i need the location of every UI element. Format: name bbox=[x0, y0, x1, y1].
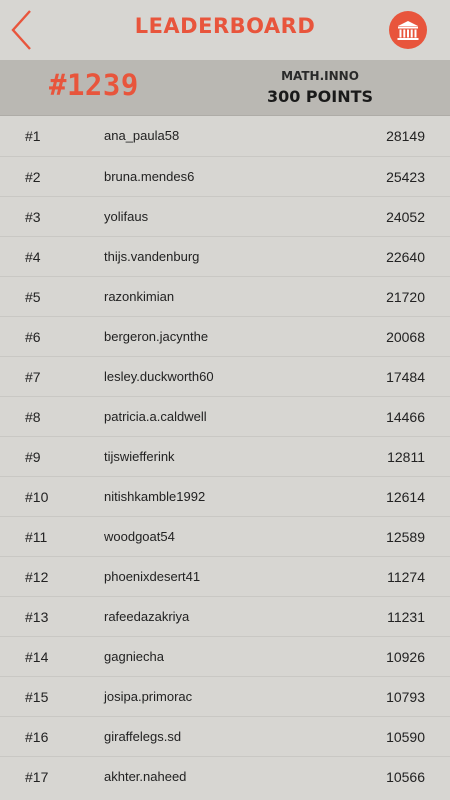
rank-label: #9 bbox=[25, 449, 41, 465]
leaderboard-row[interactable]: #2 bruna.mendes6 25423 bbox=[0, 156, 450, 196]
rank-label: #17 bbox=[25, 769, 49, 785]
score-label: 12614 bbox=[386, 489, 425, 505]
leaderboard-row[interactable]: #6 bergeron.jacynthe 20068 bbox=[0, 316, 450, 356]
username-label: thijs.vandenburg bbox=[104, 249, 200, 264]
username-label: josipa.primorac bbox=[104, 689, 193, 704]
leaderboard-row[interactable]: #8 patricia.a.caldwell 14466 bbox=[0, 396, 450, 436]
leaderboard-row[interactable]: #3 yolifaus 24052 bbox=[0, 196, 450, 236]
museum-icon bbox=[397, 21, 419, 40]
rank-label: #10 bbox=[25, 489, 49, 505]
user-points: 300 POINTS bbox=[266, 87, 374, 106]
rank-label: #8 bbox=[25, 409, 41, 425]
leaderboard-row[interactable]: #1 ana_paula58 28149 bbox=[0, 116, 450, 156]
score-label: 17484 bbox=[386, 369, 425, 385]
leaderboard-row[interactable]: #16 giraffelegs.sd 10590 bbox=[0, 716, 450, 756]
username-label: giraffelegs.sd bbox=[104, 729, 182, 744]
rank-label: #15 bbox=[25, 689, 49, 705]
score-label: 22640 bbox=[386, 249, 425, 265]
rank-label: #14 bbox=[25, 649, 49, 665]
chevron-left-icon bbox=[11, 10, 31, 50]
score-label: 20068 bbox=[386, 329, 425, 345]
leaderboard-screen: LEADERBOARD #1239 MATH.INNO 300 POINTS #… bbox=[0, 0, 450, 800]
rank-label: #3 bbox=[25, 209, 41, 225]
username-label: razonkimian bbox=[104, 289, 175, 304]
score-label: 12811 bbox=[387, 449, 425, 465]
username-label: nitishkamble1992 bbox=[104, 489, 206, 504]
leaderboard-row[interactable]: #10 nitishkamble1992 12614 bbox=[0, 476, 450, 516]
top-bar: LEADERBOARD bbox=[0, 0, 450, 60]
rank-label: #4 bbox=[25, 249, 41, 265]
username-label: patricia.a.caldwell bbox=[104, 409, 207, 424]
rank-label: #6 bbox=[25, 329, 41, 345]
leaderboard-row[interactable]: #11 woodgoat54 12589 bbox=[0, 516, 450, 556]
score-label: 10566 bbox=[386, 769, 425, 785]
score-label: 11231 bbox=[387, 609, 425, 625]
username-label: ana_paula58 bbox=[104, 128, 180, 143]
leaderboard-list[interactable]: #1 ana_paula58 28149 #2 bruna.mendes6 25423 #3… bbox=[0, 116, 450, 800]
museum-button[interactable] bbox=[389, 11, 427, 49]
username-label: akhter.naheed bbox=[104, 769, 187, 784]
score-label: 21720 bbox=[386, 289, 425, 305]
back-button[interactable] bbox=[4, 6, 40, 54]
score-label: 10926 bbox=[386, 649, 425, 665]
leaderboard-row[interactable]: #17 akhter.naheed 10566 bbox=[0, 756, 450, 796]
username-label: bruna.mendes6 bbox=[104, 169, 195, 184]
username-label: gagniecha bbox=[104, 649, 164, 664]
leaderboard-row[interactable]: #7 lesley.duckworth60 17484 bbox=[0, 356, 450, 396]
rank-label: #16 bbox=[25, 729, 49, 745]
score-label: 24052 bbox=[386, 209, 425, 225]
username-label: yolifaus bbox=[104, 209, 149, 224]
my-rank: #1239 bbox=[49, 68, 139, 102]
leaderboard-row[interactable]: #4 thijs.vandenburg 22640 bbox=[0, 236, 450, 276]
rank-label: #11 bbox=[25, 529, 48, 545]
rank-label: #7 bbox=[25, 369, 41, 385]
score-label: 12589 bbox=[386, 529, 425, 545]
username-label: bergeron.jacynthe bbox=[104, 329, 209, 344]
rank-label: #13 bbox=[25, 609, 49, 625]
user-summary: #1239 MATH.INNO 300 POINTS bbox=[0, 60, 450, 116]
score-label: 10793 bbox=[386, 689, 425, 705]
leaderboard-row[interactable]: #15 josipa.primorac 10793 bbox=[0, 676, 450, 716]
leaderboard-row[interactable]: #5 razonkimian 21720 bbox=[0, 276, 450, 316]
score-label: 14466 bbox=[386, 409, 425, 425]
rank-label: #5 bbox=[25, 289, 41, 305]
user-name: MATH.INNO bbox=[281, 69, 359, 83]
rank-label: #1 bbox=[25, 128, 41, 144]
rank-label: #12 bbox=[25, 569, 49, 585]
score-label: 10590 bbox=[386, 729, 425, 745]
username-label: phoenixdesert41 bbox=[104, 569, 201, 584]
score-label: 28149 bbox=[386, 128, 425, 144]
username-label: rafeedazakriya bbox=[104, 609, 190, 624]
rank-label: #2 bbox=[25, 169, 41, 185]
leaderboard-row[interactable]: #14 gagniecha 10926 bbox=[0, 636, 450, 676]
username-label: lesley.duckworth60 bbox=[104, 369, 214, 384]
score-label: 11274 bbox=[387, 569, 425, 585]
username-label: tijswiefferink bbox=[104, 449, 175, 464]
page-title: LEADERBOARD bbox=[134, 14, 316, 38]
leaderboard-row[interactable]: #9 tijswiefferink 12811 bbox=[0, 436, 450, 476]
username-label: woodgoat54 bbox=[104, 529, 175, 544]
leaderboard-row[interactable]: #13 rafeedazakriya 11231 bbox=[0, 596, 450, 636]
score-label: 25423 bbox=[386, 169, 425, 185]
leaderboard-row[interactable]: #12 phoenixdesert41 11274 bbox=[0, 556, 450, 596]
